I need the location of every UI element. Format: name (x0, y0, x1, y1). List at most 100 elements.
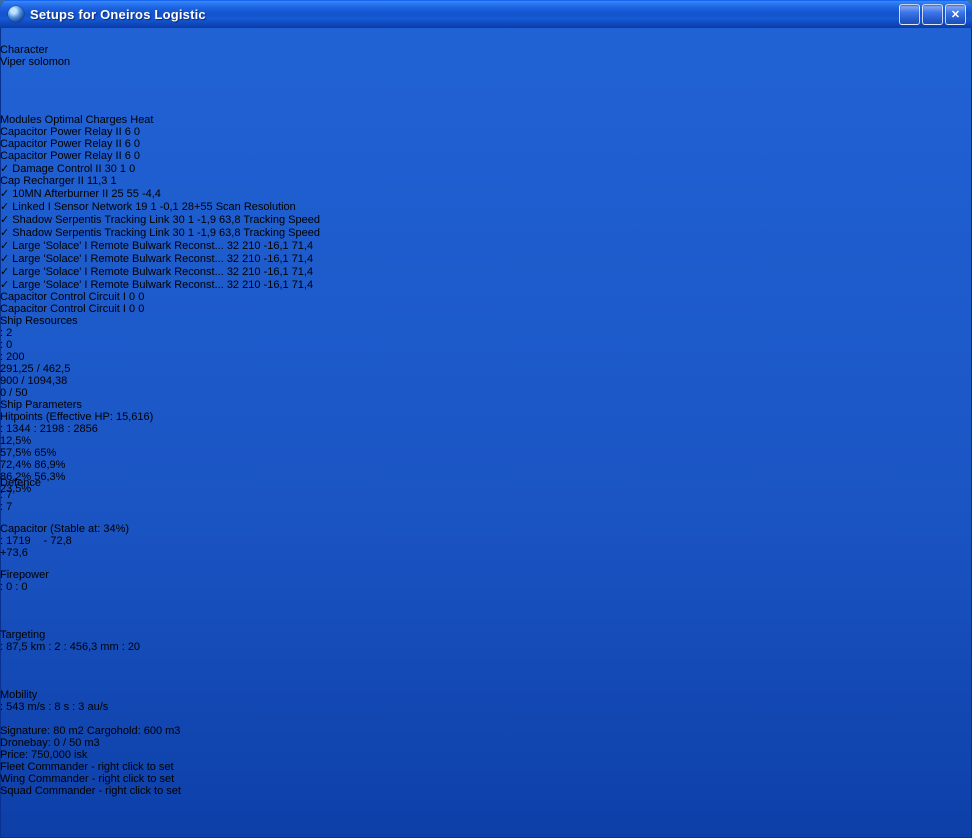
column-header-optimal[interactable]: Optimal (45, 114, 83, 126)
module-cpu-value: 0 (129, 303, 136, 315)
close-button[interactable]: ✕ (945, 3, 966, 25)
module-row[interactable]: ✓ Large 'Solace' I Remote Bulwark Recons… (0, 252, 972, 265)
em-shield-resist: 12,5% (0, 435, 32, 447)
character-group: Character Viper solomon (0, 44, 284, 88)
active-check-icon: ✓ (0, 201, 10, 213)
module-powergrid-value: 210 (242, 266, 261, 278)
hitpoints-label: Hitpoints (Effective HP: 15,616) (0, 411, 154, 423)
capacitor-label: Capacitor (Stable at: 34%) (0, 523, 130, 535)
module-name: Linked I Sensor Network (12, 201, 133, 213)
module-row[interactable]: Capacitor Control Circuit I 0 0 (0, 303, 972, 315)
module-name: Large 'Solace' I Remote Bulwark Reconst.… (12, 279, 224, 291)
module-cpu-value: 32 (226, 240, 240, 252)
capacitor-drain: - 72,8 (43, 535, 72, 547)
targeting-label: Targeting (0, 629, 46, 641)
defence-group: Defence : 7: 7 (0, 477, 74, 523)
module-row[interactable]: ✓ Damage Control II 30 1 0 (0, 162, 972, 175)
module-row[interactable]: Capacitor Power Relay II 6 0 (0, 126, 972, 138)
module-powergrid-value: 1 (110, 175, 117, 187)
module-cpu-value: 30 (104, 163, 117, 175)
fleet-commander-line[interactable]: Fleet Commander - right click to set (0, 761, 252, 773)
module-optimal-value: 71,4 (291, 240, 314, 252)
max-velocity-value: : 543 m/s (0, 701, 46, 713)
module-powergrid-value: 210 (242, 279, 261, 291)
calibration-value: : 200 (0, 351, 25, 363)
mobility-group: Mobility : 543 m/s : 8 s : 3 au/s (0, 689, 234, 725)
column-header-modules[interactable]: Modules (0, 114, 42, 126)
module-powergrid-value: 0 (138, 291, 145, 303)
minimize-button[interactable] (899, 3, 920, 25)
module-row[interactable]: ✓ Large 'Solace' I Remote Bulwark Recons… (0, 278, 972, 291)
modules-rows: Capacitor Power Relay II 6 0 Capacitor P… (0, 126, 972, 315)
module-row[interactable]: ✓ Large 'Solace' I Remote Bulwark Recons… (0, 265, 972, 278)
module-cpu-value: 32 (226, 279, 240, 291)
module-row[interactable]: ✓ Shadow Serpentis Tracking Link 30 1 -1… (0, 226, 972, 239)
eft-setups-window: Setups for Oneiros Logistic ✕ Current Se… (0, 0, 972, 838)
mobility-label: Mobility (0, 689, 38, 701)
capacitor-recharge: +73,6 (0, 547, 28, 559)
missile-dps-value: : 0 (15, 581, 28, 593)
module-cpu-value: 32 (226, 266, 240, 278)
module-powergrid-value: 0 (133, 150, 141, 162)
modules-table: Modules Optimal Charges Heat Capacitor P… (0, 114, 972, 315)
character-label: Character (0, 44, 49, 56)
turret-dps-value: : 0 (0, 581, 13, 593)
titlebar[interactable]: Setups for Oneiros Logistic ✕ (0, 0, 972, 28)
module-row[interactable]: Capacitor Power Relay II 6 0 (0, 150, 972, 162)
squad-commander-line[interactable]: Squad Commander - right click to set (0, 785, 252, 797)
maximize-button[interactable] (922, 3, 943, 25)
active-check-icon: ✓ (0, 163, 10, 175)
defence-label: Defence (0, 477, 41, 489)
module-optimal-value: 71,4 (291, 279, 314, 291)
module-optimal-value: 63,8 (219, 227, 241, 239)
module-cap-value: -16,1 (263, 240, 289, 252)
column-header-charges[interactable]: Charges (86, 114, 128, 126)
active-check-icon: ✓ (0, 266, 10, 278)
modules-table-header[interactable]: Modules Optimal Charges Heat (0, 114, 972, 126)
module-cpu-value: 6 (124, 126, 131, 138)
module-row[interactable]: Capacitor Power Relay II 6 0 (0, 138, 972, 150)
drone-usage-text: 0 / 50 (0, 387, 28, 399)
module-cap-value: -4,4 (141, 188, 161, 200)
capacitor-amount: : 1719 (0, 535, 31, 547)
character-combobox[interactable]: Viper solomon (0, 56, 266, 68)
module-optimal-value: 71,4 (291, 253, 314, 265)
module-row[interactable]: Capacitor Control Circuit I 0 0 (0, 291, 972, 303)
module-cap-value: -16,1 (263, 279, 289, 291)
module-charge-value: Scan Resolution (215, 201, 296, 213)
ship-parameters-group: Ship Parameters Hitpoints (Effective HP:… (0, 399, 252, 838)
structure-hp-value: : 2856 (67, 423, 98, 435)
thermal-shield-resist: 65% (34, 447, 57, 459)
module-cap-value: -1,9 (197, 227, 216, 239)
module-cpu-value: 30 (172, 214, 185, 226)
module-name: Damage Control II (12, 163, 102, 175)
em-armor-resist: 57,5% (0, 447, 32, 459)
module-row[interactable]: ✓ Shadow Serpentis Tracking Link 30 1 -1… (0, 213, 972, 226)
wing-commander-line[interactable]: Wing Commander - right click to set (0, 773, 252, 785)
max-targets-value: : 2 (48, 641, 61, 653)
defence-bottom-value: : 7 (0, 501, 13, 513)
scan-resolution-value: : 456,3 mm (63, 641, 119, 653)
module-cpu-value: 11,3 (86, 175, 108, 187)
module-cpu-value: 32 (226, 253, 240, 265)
app-icon (8, 6, 24, 22)
module-cpu-value: 0 (129, 291, 136, 303)
module-powergrid-value: 1 (187, 214, 194, 226)
module-powergrid-value: 55 (126, 188, 139, 200)
module-row[interactable]: Cap Recharger II 11,3 1 (0, 175, 972, 187)
character-combobox-value: Viper solomon (0, 56, 71, 68)
module-name: Capacitor Power Relay II (0, 150, 122, 162)
module-row[interactable]: ✓ 10MN Afterburner II 25 55 -4,4 (0, 187, 972, 200)
module-optimal-value: 71,4 (291, 266, 314, 278)
module-cap-value: -16,1 (263, 266, 289, 278)
active-check-icon: ✓ (0, 214, 10, 226)
align-time-value: : 8 s (48, 701, 70, 713)
active-check-icon: ✓ (0, 253, 10, 265)
dronebay-value: Dronebay: 0 / 50 m3 (0, 737, 100, 749)
module-charge-value: Tracking Speed (243, 227, 320, 239)
module-name: Capacitor Power Relay II (0, 138, 122, 150)
module-row[interactable]: ✓ Linked I Sensor Network 19 1 -0,1 28+5… (0, 200, 972, 213)
column-header-heat[interactable]: Heat (130, 114, 153, 126)
module-row[interactable]: ✓ Large 'Solace' I Remote Bulwark Recons… (0, 239, 972, 252)
cpu-usage-text: 291,25 / 462,5 (0, 363, 71, 375)
